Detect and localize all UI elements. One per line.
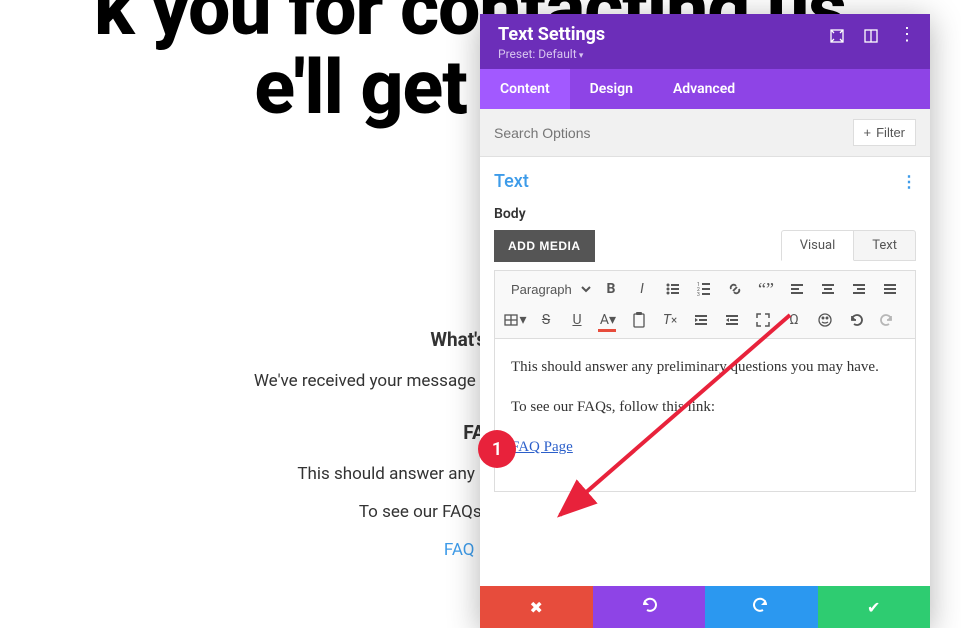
align-right-icon[interactable] — [845, 275, 873, 303]
section-more-icon[interactable]: ⋮ — [901, 172, 916, 191]
panel-header-icons: ⋮ — [830, 24, 912, 42]
align-left-icon[interactable] — [783, 275, 811, 303]
outdent-icon[interactable] — [718, 306, 746, 334]
annotation-badge: 1 — [478, 430, 516, 468]
cancel-button[interactable]: ✖ — [480, 586, 593, 628]
numbered-list-icon[interactable]: 123 — [690, 275, 718, 303]
expand-icon[interactable] — [830, 28, 844, 42]
editor-content[interactable]: This should answer any preliminary quest… — [494, 339, 916, 492]
redo-icon[interactable] — [873, 306, 901, 334]
paragraph-select[interactable]: Paragraph — [501, 277, 594, 302]
editor-tab-visual[interactable]: Visual — [781, 230, 855, 261]
undo-icon[interactable] — [842, 306, 870, 334]
panel-title: Text Settings — [498, 24, 605, 45]
tab-content[interactable]: Content — [480, 69, 570, 109]
editor-faq-link[interactable]: FAQ Page — [511, 439, 573, 455]
tab-advanced[interactable]: Advanced — [653, 69, 755, 109]
editor-mode-tabs: Visual Text — [781, 230, 916, 261]
undo-button[interactable] — [593, 586, 706, 628]
paste-icon[interactable] — [625, 306, 653, 334]
annotation-number: 1 — [492, 439, 502, 460]
search-bar: + Filter — [480, 109, 930, 157]
panel-footer: ✖ ✔ — [480, 586, 930, 628]
check-icon: ✔ — [867, 598, 880, 617]
text-settings-panel: Text Settings Preset: Default ⋮ Content … — [480, 14, 930, 628]
panel-tabs: Content Design Advanced — [480, 69, 930, 109]
editor-paragraph-2: To see our FAQs, follow this link: — [511, 395, 899, 419]
save-button[interactable]: ✔ — [818, 586, 931, 628]
fullscreen-icon[interactable] — [749, 306, 777, 334]
snap-icon[interactable] — [864, 28, 878, 42]
emoji-icon[interactable] — [811, 306, 839, 334]
quote-icon[interactable]: “” — [752, 275, 780, 303]
bullet-list-icon[interactable] — [659, 275, 687, 303]
undo-footer-icon — [640, 596, 658, 618]
italic-icon[interactable]: I — [628, 275, 656, 303]
search-input[interactable] — [494, 125, 747, 141]
panel-body: Text ⋮ Body ADD MEDIA Visual Text Paragr… — [480, 157, 930, 586]
section-title[interactable]: Text — [494, 171, 529, 192]
table-icon[interactable]: ▾ — [501, 306, 529, 334]
editor-paragraph-1: This should answer any preliminary quest… — [511, 355, 899, 379]
underline-icon[interactable]: U — [563, 306, 591, 334]
link-icon[interactable] — [721, 275, 749, 303]
section-header: Text ⋮ — [494, 171, 916, 192]
filter-button[interactable]: + Filter — [853, 119, 916, 146]
svg-text:3: 3 — [697, 292, 700, 297]
editor-tab-text[interactable]: Text — [854, 230, 916, 261]
editor-toolbar: Paragraph B I 123 “” — [494, 270, 916, 339]
preset-selector[interactable]: Preset: Default — [498, 47, 605, 61]
redo-footer-icon — [752, 596, 770, 618]
panel-header[interactable]: Text Settings Preset: Default ⋮ — [480, 14, 930, 69]
redo-button[interactable] — [705, 586, 818, 628]
filter-label: Filter — [876, 125, 905, 140]
close-icon: ✖ — [530, 598, 543, 617]
indent-icon[interactable] — [687, 306, 715, 334]
special-char-icon[interactable]: Ω — [780, 306, 808, 334]
more-icon[interactable]: ⋮ — [898, 28, 912, 42]
align-justify-icon[interactable] — [876, 275, 904, 303]
plus-icon: + — [864, 125, 872, 140]
text-color-icon[interactable]: A▾ — [594, 306, 622, 334]
strikethrough-icon[interactable]: S — [532, 306, 560, 334]
add-media-button[interactable]: ADD MEDIA — [494, 230, 595, 262]
body-label: Body — [494, 206, 916, 222]
tab-design[interactable]: Design — [570, 69, 653, 109]
align-center-icon[interactable] — [814, 275, 842, 303]
clear-format-icon[interactable]: T× — [656, 306, 684, 334]
bold-icon[interactable]: B — [597, 275, 625, 303]
